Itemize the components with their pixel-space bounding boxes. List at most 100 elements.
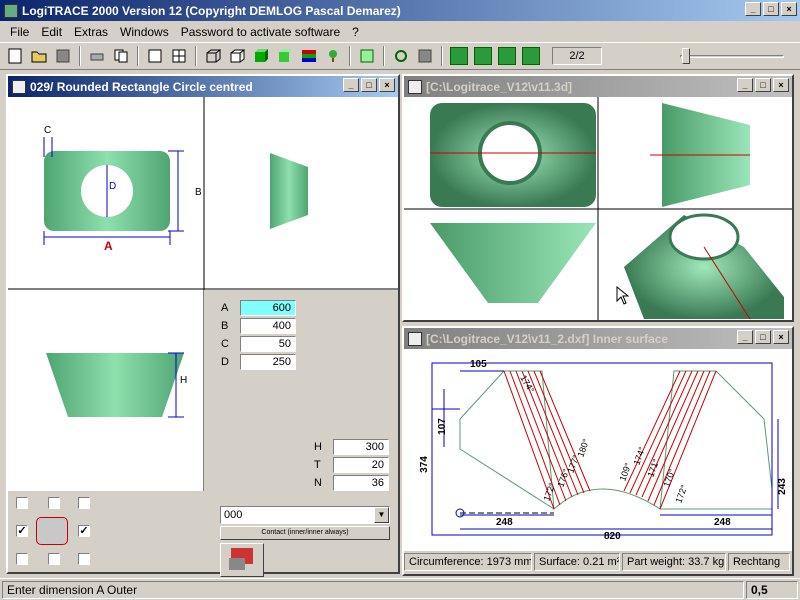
shape-readout: Rechtang [728,553,790,571]
menu-password[interactable]: Password to activate software [175,25,346,39]
dim-248-right: 248 [714,517,731,528]
shape-preview-icon [36,517,68,545]
weight-readout: Part weight: 33.7 kg [622,553,726,571]
minimize-button[interactable]: _ [745,2,761,16]
first-page-icon[interactable] [448,45,470,67]
dim-374: 374 [418,456,430,473]
param-label-b: B [221,320,229,332]
shape-window-title: 029/ Rounded Rectangle Circle centred [30,79,253,94]
wireframe-icon[interactable] [202,45,224,67]
menu-file[interactable]: File [4,25,35,39]
save-icon[interactable] [52,45,74,67]
view3d-canvas[interactable] [404,97,792,320]
maximize-button[interactable]: □ [755,78,771,92]
param-d-input[interactable]: 250 [240,354,296,370]
corner-checkbox-tr[interactable] [78,497,90,509]
minimize-button[interactable]: _ [343,78,359,92]
close-button[interactable]: × [773,78,789,92]
dim-105: 105 [470,359,487,370]
zoom-slider[interactable] [680,48,784,66]
combo-value: 000 [224,509,243,521]
corner-checkbox-tl[interactable] [16,497,28,509]
tree-icon[interactable] [322,45,344,67]
menu-windows[interactable]: Windows [114,25,175,39]
corner-checkbox-br[interactable] [78,553,90,565]
menu-help[interactable]: ? [346,25,365,39]
shape-window: 029/ Rounded Rectangle Circle centred _ … [6,74,400,577]
corner-checkbox-mr[interactable]: ✓ [78,525,90,537]
last-page-icon[interactable] [520,45,542,67]
corner-checkbox-bc[interactable] [48,553,60,565]
cursor-icon [616,286,630,305]
app-icon[interactable] [4,3,18,18]
window-icon [408,79,422,94]
param-a-input[interactable]: 600 [240,300,296,316]
colors-icon[interactable] [298,45,320,67]
grid-icon[interactable] [168,45,190,67]
close-button[interactable]: × [781,2,797,16]
contact-combobox[interactable]: 000 ▼ [220,506,390,524]
app-title: LogiTRACE 2000 Version 12 (Copyright DEM… [22,3,401,18]
print-icon[interactable] [86,45,108,67]
prev-page-icon[interactable] [472,45,494,67]
maximize-button[interactable]: □ [763,2,779,16]
param-b-input[interactable]: 400 [240,318,296,334]
box-icon[interactable] [226,45,248,67]
dim-107: 107 [436,418,448,435]
solid-green-icon[interactable] [250,45,272,67]
dxf-info-bar: Circumference: 1973 mm Surface: 0.21 m² … [404,553,792,571]
surface-readout: Surface: 0.21 m² [534,553,620,571]
page-layout-icon[interactable] [144,45,166,67]
param-label-n: N [314,477,322,489]
new-file-icon[interactable] [4,45,26,67]
open-folder-icon[interactable] [28,45,50,67]
toolbar: 2/2 [0,42,800,70]
corner-checkbox-tc[interactable] [48,497,60,509]
dim-243: 243 [776,478,788,495]
maximize-button[interactable]: □ [755,330,771,344]
param-n-input[interactable]: 36 [333,475,389,491]
dxf-window: [C:\Logitrace_V12\v11_2.dxf] Inner surfa… [402,326,794,576]
close-button[interactable]: × [379,78,395,92]
dim-label-a: A [104,239,113,253]
dim-label-h: H [180,375,188,386]
menu-edit[interactable]: Edit [35,25,68,39]
minimize-button[interactable]: _ [737,78,753,92]
dim-label-c: C [44,125,52,136]
calculate-button[interactable] [220,543,264,577]
drawing-canvas[interactable]: C D B A H A 600 B 400 C 50 D 250 H 300 T… [8,97,398,577]
frame-icon[interactable] [356,45,378,67]
param-label-h: H [314,441,322,453]
copy-icon[interactable] [110,45,132,67]
minimize-button[interactable]: _ [737,330,753,344]
contact-button[interactable]: Contact (inner/inner always) [220,526,390,540]
param-t-input[interactable]: 20 [333,457,389,473]
param-c-input[interactable]: 50 [240,336,296,352]
status-value: 0,5 [746,580,798,599]
menu-extras[interactable]: Extras [68,25,114,39]
next-page-icon[interactable] [496,45,518,67]
export-icon[interactable] [414,45,436,67]
menu-bar: File Edit Extras Windows Password to act… [0,22,800,41]
dxf-title: [C:\Logitrace_V12\v11_2.dxf] Inner surfa… [426,331,669,346]
dim-820: 820 [604,531,621,542]
calculate-icon [229,548,253,570]
corner-checkbox-bl[interactable] [16,553,28,565]
dim-248-left: 248 [496,517,513,528]
chevron-down-icon[interactable]: ▼ [374,507,389,523]
view3d-window: [C:\Logitrace_V12\v11.3d] _ □ × [402,74,794,322]
page-indicator[interactable]: 2/2 [552,47,602,65]
window-icon [12,79,26,94]
param-label-t: T [314,459,321,471]
param-label-d: D [221,356,229,368]
param-h-input[interactable]: 300 [333,439,389,455]
shaded-icon[interactable] [274,45,296,67]
rotate-icon[interactable] [390,45,412,67]
maximize-button[interactable]: □ [361,78,377,92]
status-message: Enter dimension A Outer [2,580,744,599]
close-button[interactable]: × [773,330,789,344]
app-title-bar: LogiTRACE 2000 Version 12 (Copyright DEM… [0,0,800,21]
dxf-canvas[interactable]: 105 107 374 243 248 248 820 174° 180° 17… [404,349,792,551]
corner-checkbox-ml[interactable]: ✓ [16,525,28,537]
dxf-title-bar: [C:\Logitrace_V12\v11_2.dxf] Inner surfa… [404,328,792,349]
